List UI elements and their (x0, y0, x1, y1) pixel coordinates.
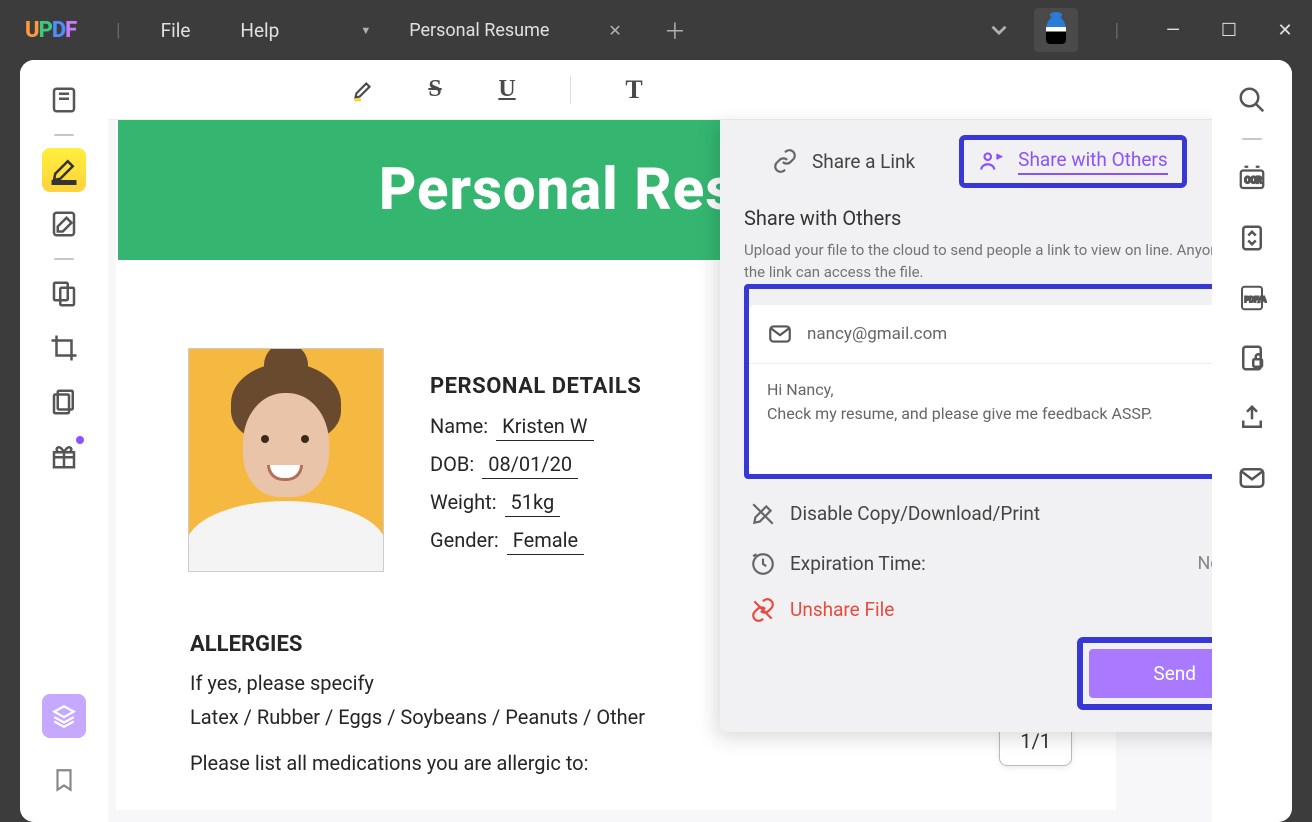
email-input-row[interactable]: nancy@gmail.com (749, 305, 1212, 364)
email-tool[interactable] (1230, 456, 1274, 500)
email-value: nancy@gmail.com (807, 324, 947, 344)
menu-file[interactable]: File (161, 19, 191, 42)
reader-tool[interactable] (42, 78, 86, 122)
separator (54, 134, 74, 136)
weight-label: Weight: (430, 490, 497, 514)
link-icon (772, 148, 798, 174)
share-others-label: Share with Others (1018, 148, 1168, 175)
app-window: S U T Personal Resume PERSONAL DETAILS N… (20, 60, 1292, 822)
app-logo: UPDF (25, 18, 76, 43)
disable-copy-label: Disable Copy/Download/Print (790, 502, 1040, 525)
titlebar: UPDF | File Help ▼ Personal Resume ✕ ＋ |… (0, 0, 1312, 60)
name-label: Name: (430, 414, 488, 438)
message-textarea[interactable]: Hi Nancy, Check my resume, and please gi… (749, 364, 1212, 474)
personal-details: PERSONAL DETAILS Name: Kristen W DOB: 08/0… (430, 348, 641, 572)
layers-tool[interactable] (42, 694, 86, 738)
unshare-icon (750, 597, 776, 623)
medications-question: Please list all medications you are alle… (190, 751, 1116, 775)
section-heading: PERSONAL DETAILS (430, 374, 641, 399)
highlight-tool[interactable] (42, 148, 86, 192)
disable-icon (750, 501, 776, 527)
clock-icon (750, 551, 776, 577)
dob-label: DOB: (430, 452, 474, 476)
email-highlight: nancy@gmail.com Hi Nancy, Check my resum… (744, 284, 1212, 479)
organize-tool[interactable] (42, 272, 86, 316)
share-heading: Share with Others (744, 206, 1212, 230)
profile-photo (188, 348, 384, 572)
strikethrough-button[interactable]: S (420, 75, 450, 105)
share-link-label: Share a Link (812, 150, 915, 173)
unshare-button[interactable]: Unshare File (744, 597, 1212, 623)
close-window-button[interactable]: ✕ (1268, 20, 1302, 41)
maximize-button[interactable]: ☐ (1212, 20, 1246, 41)
user-avatar[interactable] (1034, 8, 1078, 52)
highlighter-button[interactable] (348, 75, 378, 105)
edit-tool[interactable] (42, 202, 86, 246)
text-button[interactable]: T (619, 75, 649, 105)
share-others-tab[interactable]: Share with Others (959, 135, 1187, 188)
pages-tool[interactable] (42, 380, 86, 424)
gender-value: Female (507, 527, 584, 555)
ocr-tool[interactable]: OCR (1230, 156, 1274, 200)
protect-tool[interactable] (1230, 336, 1274, 380)
svg-text:OCR: OCR (1245, 176, 1263, 186)
unshare-label: Unshare File (790, 598, 894, 621)
underline-button[interactable]: U (492, 75, 522, 105)
minimize-button[interactable]: — (1156, 20, 1190, 41)
bookmark-tool[interactable] (42, 758, 86, 802)
name-value: Kristen W (496, 413, 593, 441)
tab-dropdown-icon[interactable]: ▼ (352, 16, 379, 45)
tab-close-icon[interactable]: ✕ (604, 17, 625, 44)
new-tab-button[interactable]: ＋ (664, 14, 686, 46)
separator (570, 76, 571, 104)
weight-value: 51kg (505, 489, 561, 517)
gift-tool[interactable] (42, 434, 86, 478)
mail-icon (767, 321, 793, 347)
format-toolbar: S U T (108, 60, 1212, 120)
gender-label: Gender: (430, 528, 499, 552)
divider: | (1115, 20, 1119, 41)
disable-copy-row: Disable Copy/Download/Print (744, 501, 1212, 527)
expiration-select[interactable]: Never (1197, 553, 1212, 574)
share-others-icon (978, 148, 1004, 174)
divider: | (116, 20, 120, 41)
svg-text:PDF/A: PDF/A (1245, 295, 1267, 304)
expiration-row: Expiration Time: Never (744, 551, 1212, 577)
menu-help[interactable]: Help (240, 19, 279, 42)
search-tool[interactable] (1230, 78, 1274, 122)
right-toolbar: OCR PDF/A (1212, 60, 1292, 822)
separator (1242, 138, 1262, 140)
separator (54, 258, 74, 260)
share-description: Upload your file to the cloud to send pe… (744, 240, 1212, 284)
crop-tool[interactable] (42, 326, 86, 370)
expiration-label: Expiration Time: (790, 552, 926, 575)
document-tab[interactable]: ▼ Personal Resume ✕ (344, 6, 634, 54)
pdfa-tool[interactable]: PDF/A (1230, 276, 1274, 320)
expiration-value: Never (1197, 553, 1212, 574)
notification-dot-icon (76, 436, 84, 444)
send-highlight: Send (1077, 637, 1212, 710)
window-dropdown-icon[interactable] (986, 17, 1012, 43)
left-toolbar (20, 60, 108, 822)
share-tabs: Share a Link Share with Others (720, 120, 1212, 202)
tab-title: Personal Resume (379, 20, 604, 41)
document-area: S U T Personal Resume PERSONAL DETAILS N… (108, 60, 1212, 822)
share-panel: Share a Link Share with Others Share wit… (720, 120, 1212, 732)
convert-tool[interactable] (1230, 216, 1274, 260)
export-tool[interactable] (1230, 396, 1274, 440)
dob-value: 08/01/20 (482, 451, 578, 479)
send-button[interactable]: Send (1089, 649, 1212, 698)
share-link-tab[interactable]: Share a Link (758, 140, 929, 182)
